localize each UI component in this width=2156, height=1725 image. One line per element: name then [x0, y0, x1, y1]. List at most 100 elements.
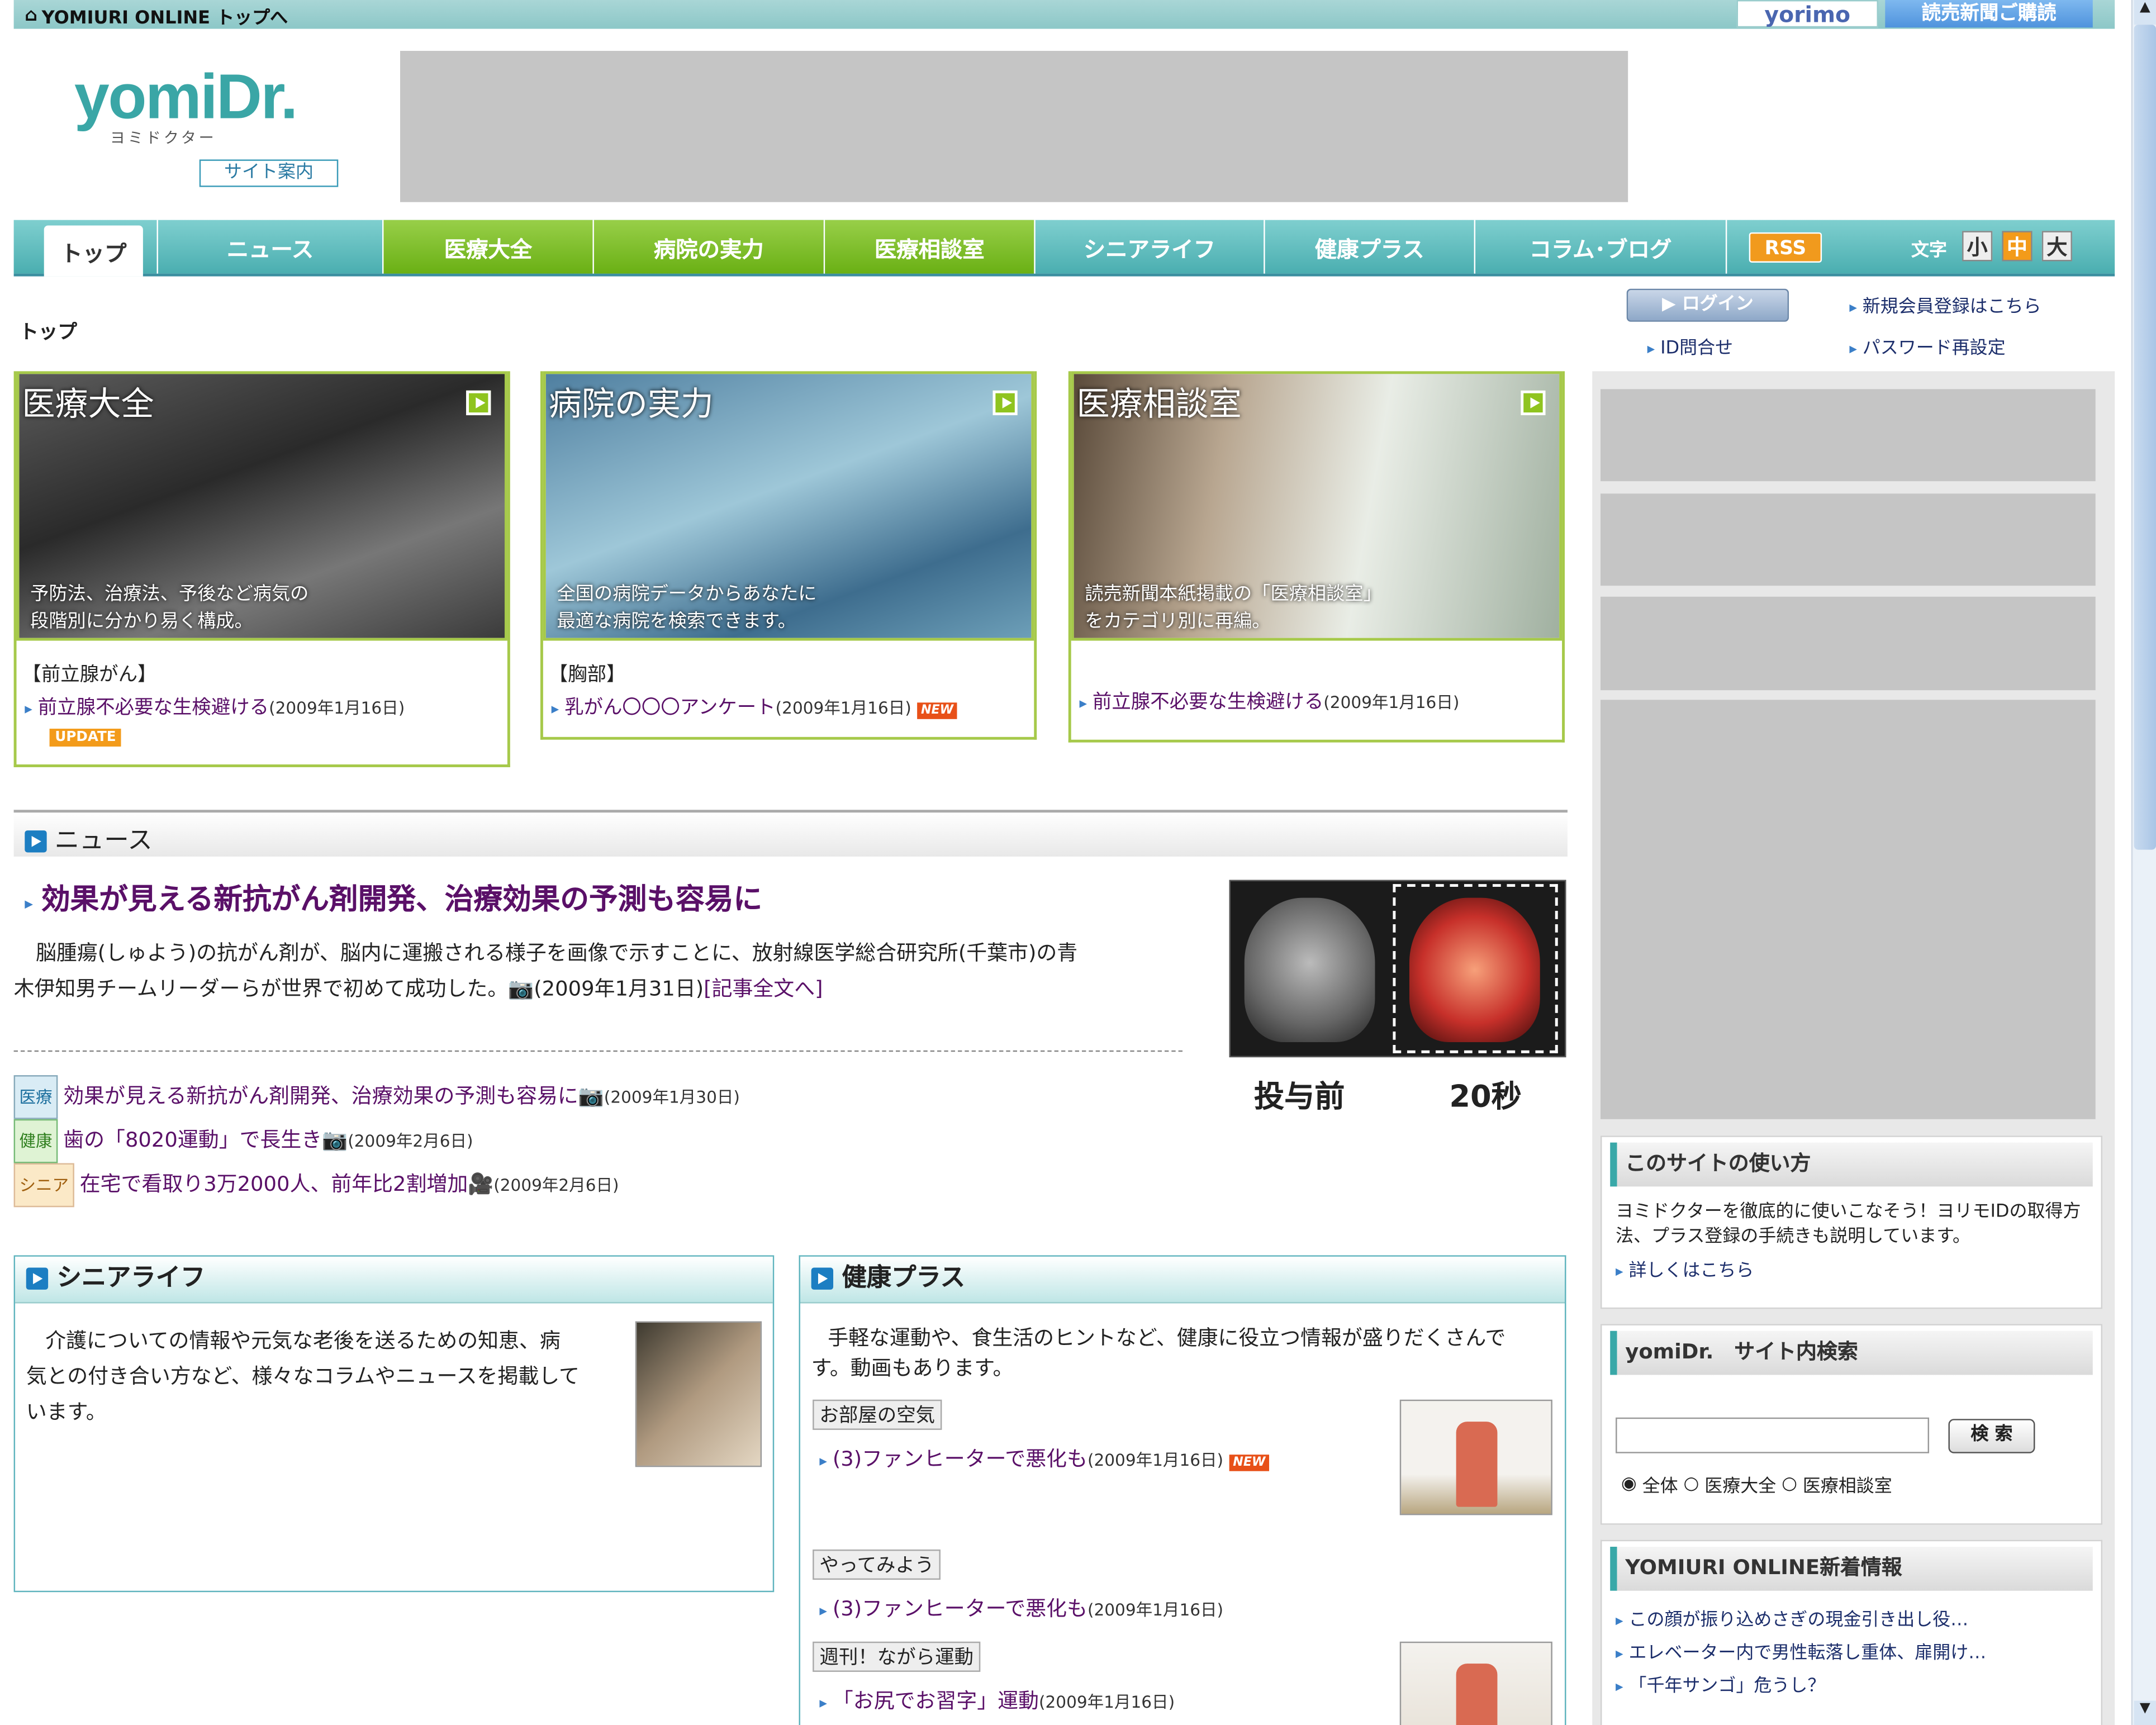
site-search-button[interactable]: 検 索: [1948, 1419, 2035, 1453]
exercise-video-thumbnail[interactable]: [1399, 1641, 1552, 1725]
news-item[interactable]: 医療 効果が見える新抗がん剤開発、治療効果の予測も容易に📷(2009年1月30日): [13, 1075, 740, 1119]
site-logo[interactable]: yomiDr.: [74, 59, 298, 134]
login-button[interactable]: ▶ ログイン: [1626, 288, 1789, 322]
feature-article-link[interactable]: 前立腺不必要な生検避ける(2009年1月16日): [1079, 687, 1562, 715]
feature-article-link[interactable]: 前立腺不必要な生検避ける(2009年1月16日): [25, 693, 507, 720]
senior-life-header[interactable]: シニアライフ: [15, 1256, 773, 1304]
subscribe-button[interactable]: 読売新聞ご購読: [1885, 0, 2093, 28]
camera-icon: 📷: [508, 976, 534, 1001]
feature-description: 全国の病院データからあなたに 最適な病院を検索できます。: [557, 583, 817, 633]
video-icon: 🎥: [468, 1171, 494, 1196]
sidebar-ad[interactable]: [1600, 700, 2096, 1119]
exercise-video-thumbnail[interactable]: [1399, 1399, 1552, 1515]
senior-life-image[interactable]: [635, 1321, 762, 1467]
feature-image[interactable]: 医療相談室 読売新聞本紙掲載の「医療相談室」 をカテゴリ別に再編。: [1071, 371, 1563, 641]
camera-icon: 📷: [578, 1083, 604, 1109]
font-size-small-button[interactable]: 小: [1962, 231, 1993, 262]
new-badge: NEW: [1228, 1455, 1270, 1471]
health-plus-panel: 健康プラス 手軽な運動や、食生活のヒントなど、健康に役立つ情報が盛りだくさんです…: [799, 1255, 1566, 1725]
health-article-link[interactable]: (3)ファンヒーターで悪化も(2009年1月16日): [819, 1594, 1223, 1623]
news-item[interactable]: シニア 在宅で看取り3万2000人、前年比2割増加🎥(2009年2月6日): [13, 1163, 740, 1208]
play-icon[interactable]: [992, 390, 1018, 416]
yorimo-link[interactable]: yorimo: [1736, 0, 1878, 28]
feature-hospital: 病院の実力 全国の病院データからあなたに最適な病院を検索できます。 【胸部】 乳…: [540, 371, 1037, 740]
feature-description: 予防法、治療法、予後など病気の 段階別に分かり易く構成。: [30, 583, 309, 633]
site-header: yomiDr. ヨミドクター サイト案内: [13, 28, 2115, 220]
nav-tab-hospital[interactable]: 病院の実力: [593, 220, 825, 274]
header-ad-banner[interactable]: [400, 51, 1628, 202]
scroll-up-arrow[interactable]: ▲: [2134, 0, 2156, 25]
scope-radio-all[interactable]: ◉: [1621, 1474, 1637, 1495]
home-link-label: YOMIURI ONLINE トップへ: [41, 8, 288, 29]
nav-tab-health-plus[interactable]: 健康プラス: [1265, 220, 1476, 274]
site-guide-button[interactable]: サイト案内: [199, 159, 339, 187]
health-plus-description: 手軽な運動や、食生活のヒントなど、健康に役立つ情報が盛りだくさんで す。動画もあり…: [811, 1325, 1506, 1381]
news-item[interactable]: 健康 歯の「8020運動」で長生き📷(2009年2月6日): [13, 1119, 740, 1163]
font-size-large-button[interactable]: 大: [2041, 231, 2072, 262]
font-size-medium-button[interactable]: 中: [2002, 231, 2032, 262]
news-headline-link[interactable]: ▸ 効果が見える新抗がん剤開発、治療効果の予測も容易に: [25, 877, 762, 919]
image-caption-after: 20秒: [1449, 1080, 1522, 1115]
health-plus-header[interactable]: 健康プラス: [800, 1256, 1565, 1304]
nav-tab-consultation[interactable]: 医療相談室: [825, 220, 1036, 274]
search-scope-options: ◉ 全体 ○ 医療大全 ○ 医療相談室: [1621, 1471, 1892, 1498]
news-divider: [13, 1050, 1183, 1052]
sidebar-ad[interactable]: [1600, 389, 2096, 482]
feature-title: 医療大全: [22, 384, 154, 424]
news-headline-item[interactable]: 「千年サンゴ」危うし？: [1616, 1670, 2101, 1703]
vertical-scrollbar[interactable]: ▲ ▼: [2131, 0, 2156, 1725]
site-search-input[interactable]: [1616, 1417, 1930, 1453]
news-headline-item[interactable]: この顔が振り込めさぎの現金引き出し役…: [1616, 1604, 2101, 1637]
feature-image[interactable]: 医療大全 予防法、治療法、予後など病気の 段階別に分かり易く構成。: [16, 371, 507, 641]
feature-article-link[interactable]: 乳がん〇〇〇アンケート(2009年1月16日)NEW: [552, 693, 1034, 720]
how-to-details-link[interactable]: 詳しくはこちら: [1616, 1255, 2101, 1281]
feature-title: 医療相談室: [1076, 384, 1242, 424]
rss-button[interactable]: RSS: [1749, 232, 1822, 263]
feature-category: 【前立腺がん】: [22, 664, 157, 686]
feature-image[interactable]: 病院の実力 全国の病院データからあなたに 最適な病院を検索できます。: [543, 371, 1034, 641]
yomiuri-online-news-heading: YOMIURI ONLINE新着情報: [1610, 1547, 2093, 1591]
health-article-link[interactable]: (3)ファンヒーターで悪化も(2009年1月16日)NEW: [819, 1443, 1270, 1472]
site-logo-subtitle: ヨミドクター: [110, 129, 217, 148]
news-image[interactable]: [1229, 880, 1566, 1058]
scope-label: 全体: [1642, 1476, 1678, 1498]
nav-tab-column-blog[interactable]: コラム･ブログ: [1475, 220, 1727, 274]
site-search-heading: yomiDr. サイト内検索: [1610, 1330, 2093, 1375]
scope-radio-iryo-taizen[interactable]: ○: [1683, 1474, 1699, 1495]
home-icon: ⌂: [25, 5, 38, 26]
section-label: 週刊！ながら運動: [813, 1641, 981, 1672]
health-article-link[interactable]: 「お尻でお習字」運動(2009年1月16日): [819, 1686, 1175, 1715]
section-arrow-icon: [26, 1267, 49, 1290]
section-arrow-icon: [811, 1267, 834, 1290]
nav-tab-news[interactable]: ニュース: [156, 220, 384, 274]
yomiuri-online-home-link[interactable]: ⌂ YOMIURI ONLINE トップへ: [25, 3, 288, 29]
news-lead-text: 脳腫瘍(しゅよう)の抗がん剤が、脳内に運搬される様子を画像で示すことに、放射線医…: [13, 940, 1078, 1001]
scroll-down-arrow[interactable]: ▼: [2134, 1700, 2156, 1725]
nav-tab-iryo-taizen[interactable]: 医療大全: [383, 220, 594, 274]
news-headline-item[interactable]: エレベーター内で男性転落し重体、扉開け…: [1616, 1637, 2101, 1670]
play-icon[interactable]: [466, 390, 491, 416]
how-to-box: このサイトの使い方 ヨミドクターを徹底的に使いこなそう！ヨリモIDの取得方 法、プ…: [1600, 1135, 2103, 1309]
feature-category: 【胸部】: [548, 664, 626, 686]
scope-label: 医療相談室: [1802, 1476, 1892, 1498]
senior-life-description: 介護についての情報や元気な老後を送るための知恵、病 気との付き合い方など、様々なコ…: [26, 1328, 580, 1425]
update-badge: UPDATE: [49, 729, 122, 747]
register-link[interactable]: 新規会員登録はこちら: [1849, 292, 2041, 317]
read-more-link[interactable]: [記事全文へ]: [704, 976, 823, 1001]
sidebar-ad[interactable]: [1600, 493, 2096, 586]
nav-tab-senior-life[interactable]: シニアライフ: [1036, 220, 1265, 274]
scrollbar-thumb[interactable]: [2134, 25, 2156, 850]
password-reset-link[interactable]: パスワード再設定: [1849, 332, 2006, 359]
id-inquiry-link[interactable]: ID問合せ: [1647, 332, 1733, 359]
nav-tab-top[interactable]: トップ: [44, 225, 143, 277]
site-search-box: yomiDr. サイト内検索 検 索 ◉ 全体 ○ 医療大全 ○ 医療相談室: [1600, 1324, 2103, 1525]
feature-description: 読売新聞本紙掲載の「医療相談室」 をカテゴリ別に再編。: [1085, 583, 1382, 633]
play-icon[interactable]: [1521, 390, 1546, 416]
section-arrow-icon: [25, 830, 47, 853]
scope-radio-consultation[interactable]: ○: [1782, 1474, 1797, 1495]
image-caption-before: 投与前: [1253, 1080, 1345, 1115]
how-to-description: ヨミドクターを徹底的に使いこなそう！ヨリモIDの取得方 法、プラス登録の手続きも説…: [1616, 1201, 2081, 1247]
section-label: やってみよう: [813, 1549, 941, 1580]
sidebar-ad[interactable]: [1600, 596, 2096, 691]
new-badge: NEW: [916, 702, 958, 719]
